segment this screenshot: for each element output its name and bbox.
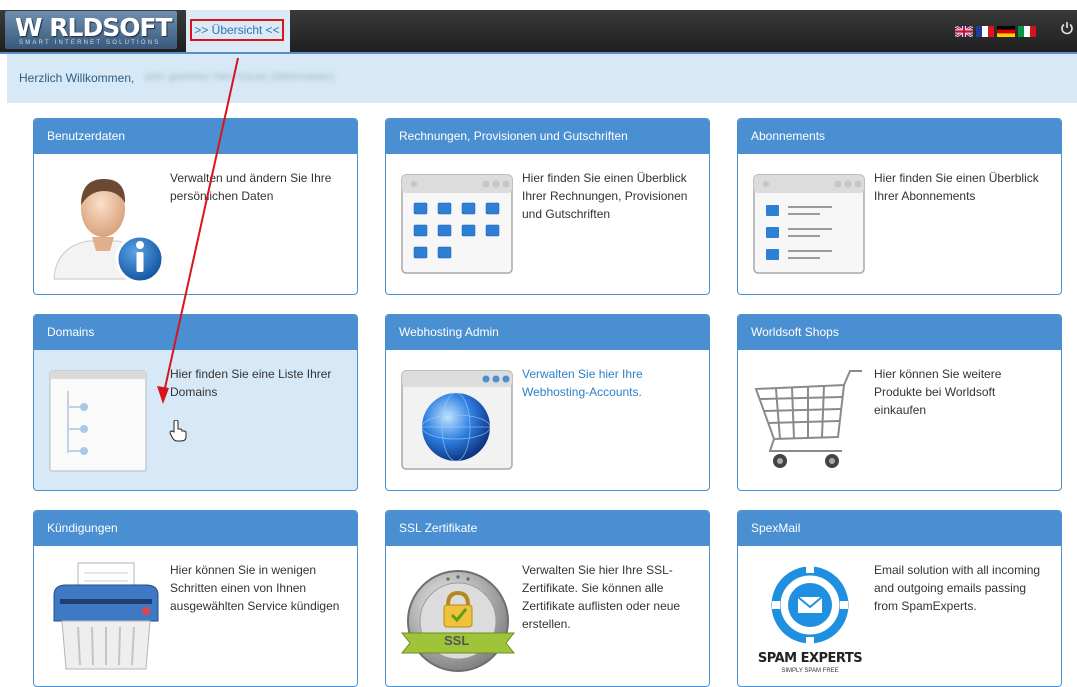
card-title: Benutzerdaten xyxy=(34,119,357,154)
shredder-icon xyxy=(53,562,159,670)
card-title: Worldsoft Shops xyxy=(738,315,1061,350)
card-description: Hier finden Sie eine Liste Ihrer Domains xyxy=(170,367,332,399)
card-ssl-zertifikate[interactable]: SSL Zertifikate SSL Verwalten Sie hier I… xyxy=(385,510,710,687)
card-description: Hier finden Sie einen Überblick Ihrer Ab… xyxy=(874,171,1039,203)
card-title: Abonnements xyxy=(738,119,1061,154)
card-kuendigungen[interactable]: Kündigungen Hier können Sie in wenigen S… xyxy=(33,510,358,687)
spamexperts-logo-tagline: SIMPLY SPAM FREE xyxy=(781,668,839,674)
card-webhosting-admin[interactable]: Webhosting Admin Verwalten Sie hier Ihre… xyxy=(385,314,710,491)
card-title: Webhosting Admin xyxy=(386,315,709,350)
card-description[interactable]: Verwalten Sie hier Ihre Webhosting-Accou… xyxy=(522,365,698,401)
domains-tree-icon xyxy=(49,370,147,472)
language-selector xyxy=(955,26,1036,37)
subscriptions-window-icon xyxy=(753,174,865,274)
card-description: Hier finden Sie einen Überblick Ihrer Re… xyxy=(522,171,688,221)
welcome-greeting: Herzlich Willkommen, xyxy=(19,71,135,85)
card-description: Hier können Sie weitere Produkte bei Wor… xyxy=(874,367,1002,417)
logo-subtext: SMART INTERNET SOLUTIONS xyxy=(19,40,161,46)
logo-text: W RLDSOFT xyxy=(15,13,173,42)
hand-cursor-icon xyxy=(169,420,187,442)
card-rechnungen[interactable]: Rechnungen, Provisionen und Gutschriften… xyxy=(385,118,710,295)
user-info-icon xyxy=(53,179,164,283)
top-navbar: W RLDSOFT SMART INTERNET SOLUTIONS >> Üb… xyxy=(0,10,1077,54)
worldsoft-logo[interactable]: W RLDSOFT SMART INTERNET SOLUTIONS xyxy=(5,11,177,49)
card-title: Kündigungen xyxy=(34,511,357,546)
ssl-badge-text: SSL xyxy=(444,633,470,648)
card-title: SSL Zertifikate xyxy=(386,511,709,546)
card-abonnements[interactable]: Abonnements Hier finden Sie einen Überbl… xyxy=(737,118,1062,295)
card-worldsoft-shops[interactable]: Worldsoft Shops Hier können Sie weitere … xyxy=(737,314,1062,491)
spamexperts-logo-text: SPAM EXPERTS xyxy=(757,651,863,666)
globe-window-icon xyxy=(401,370,513,470)
welcome-bar: Herzlich Willkommen, sehr geehrter Herr … xyxy=(7,54,1077,103)
card-spexmail[interactable]: SpexMail SPAM EXPERTS SIMPLY SPAM FREE E… xyxy=(737,510,1062,687)
card-title: Rechnungen, Provisionen und Gutschriften xyxy=(386,119,709,154)
card-description: Hier können Sie in wenigen Schritten ein… xyxy=(170,563,340,613)
overview-link[interactable]: >> Übersicht << xyxy=(190,19,284,41)
fr-flag-icon[interactable] xyxy=(976,26,994,37)
card-title: Domains xyxy=(34,315,357,350)
invoices-window-icon xyxy=(401,174,513,274)
card-title: SpexMail xyxy=(738,511,1061,546)
card-domains[interactable]: Domains Hier finden Sie eine Liste Ihrer… xyxy=(33,314,358,491)
ssl-badge-icon xyxy=(400,570,516,672)
de-flag-icon[interactable] xyxy=(997,26,1015,37)
en-flag-icon[interactable] xyxy=(955,26,973,37)
card-description: Verwalten Sie hier Ihre SSL-Zertifikate.… xyxy=(522,563,681,631)
shopping-cart-icon xyxy=(754,370,862,468)
welcome-user-name: sehr geehrter Herr Kocas (Webmaster) xyxy=(144,71,334,83)
overview-tab: >> Übersicht << xyxy=(186,10,290,52)
it-flag-icon[interactable] xyxy=(1018,26,1036,37)
card-description: Verwalten und ändern Sie Ihre persönlich… xyxy=(170,171,332,203)
card-description: Email solution with all incoming and out… xyxy=(874,563,1041,613)
card-benutzerdaten[interactable]: Benutzerdaten Verwalten und ändern Sie I… xyxy=(33,118,358,295)
logout-power-icon[interactable] xyxy=(1060,20,1074,36)
